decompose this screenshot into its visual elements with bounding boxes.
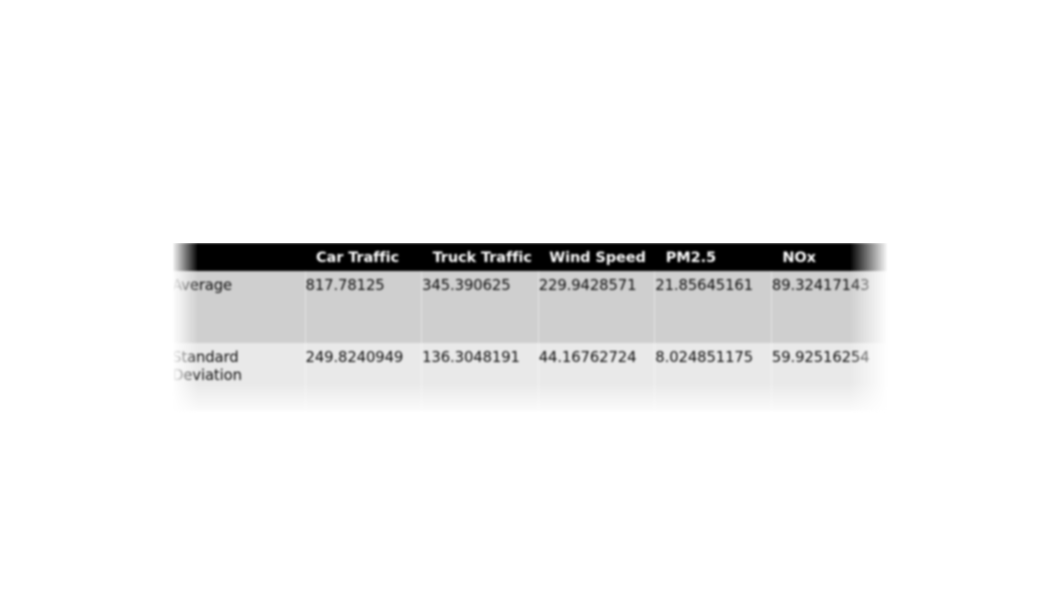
table-row: Average 817.78125 345.390625 229.9428571… bbox=[172, 271, 888, 343]
cell-average-truck-traffic: 345.390625 bbox=[421, 271, 539, 343]
statistics-table: Car Traffic Truck Traffic Wind Speed PM2… bbox=[172, 243, 888, 411]
column-header-pm25: PM2.5 bbox=[654, 243, 772, 271]
column-header-nox: NOx bbox=[771, 243, 888, 271]
cell-average-wind-speed: 229.9428571 bbox=[537, 271, 655, 343]
table-body: Average 817.78125 345.390625 229.9428571… bbox=[172, 271, 888, 411]
row-label-average: Average bbox=[172, 271, 305, 343]
cell-stddev-car-traffic: 249.8240949 bbox=[304, 343, 422, 411]
cell-stddev-nox: 59.92516254 bbox=[770, 343, 888, 411]
column-header-car-traffic: Car Traffic bbox=[305, 243, 422, 271]
cell-stddev-truck-traffic: 136.3048191 bbox=[421, 343, 539, 411]
column-header-rowlabel bbox=[172, 243, 305, 271]
table-header: Car Traffic Truck Traffic Wind Speed PM2… bbox=[172, 243, 888, 271]
cell-average-nox: 89.32417143 bbox=[770, 271, 888, 343]
table-row: Standard Deviation 249.8240949 136.30481… bbox=[172, 343, 888, 411]
statistics-table-container: Car Traffic Truck Traffic Wind Speed PM2… bbox=[172, 243, 888, 418]
cell-stddev-pm25: 8.024851175 bbox=[654, 343, 772, 411]
cell-stddev-wind-speed: 44.16762724 bbox=[537, 343, 655, 411]
cell-average-car-traffic: 817.78125 bbox=[304, 271, 422, 343]
column-header-truck-traffic: Truck Traffic bbox=[421, 243, 539, 271]
row-label-standard-deviation: Standard Deviation bbox=[172, 343, 305, 411]
column-header-wind-speed: Wind Speed bbox=[538, 243, 655, 271]
cell-average-pm25: 21.85645161 bbox=[654, 271, 772, 343]
table-header-row: Car Traffic Truck Traffic Wind Speed PM2… bbox=[172, 243, 888, 271]
